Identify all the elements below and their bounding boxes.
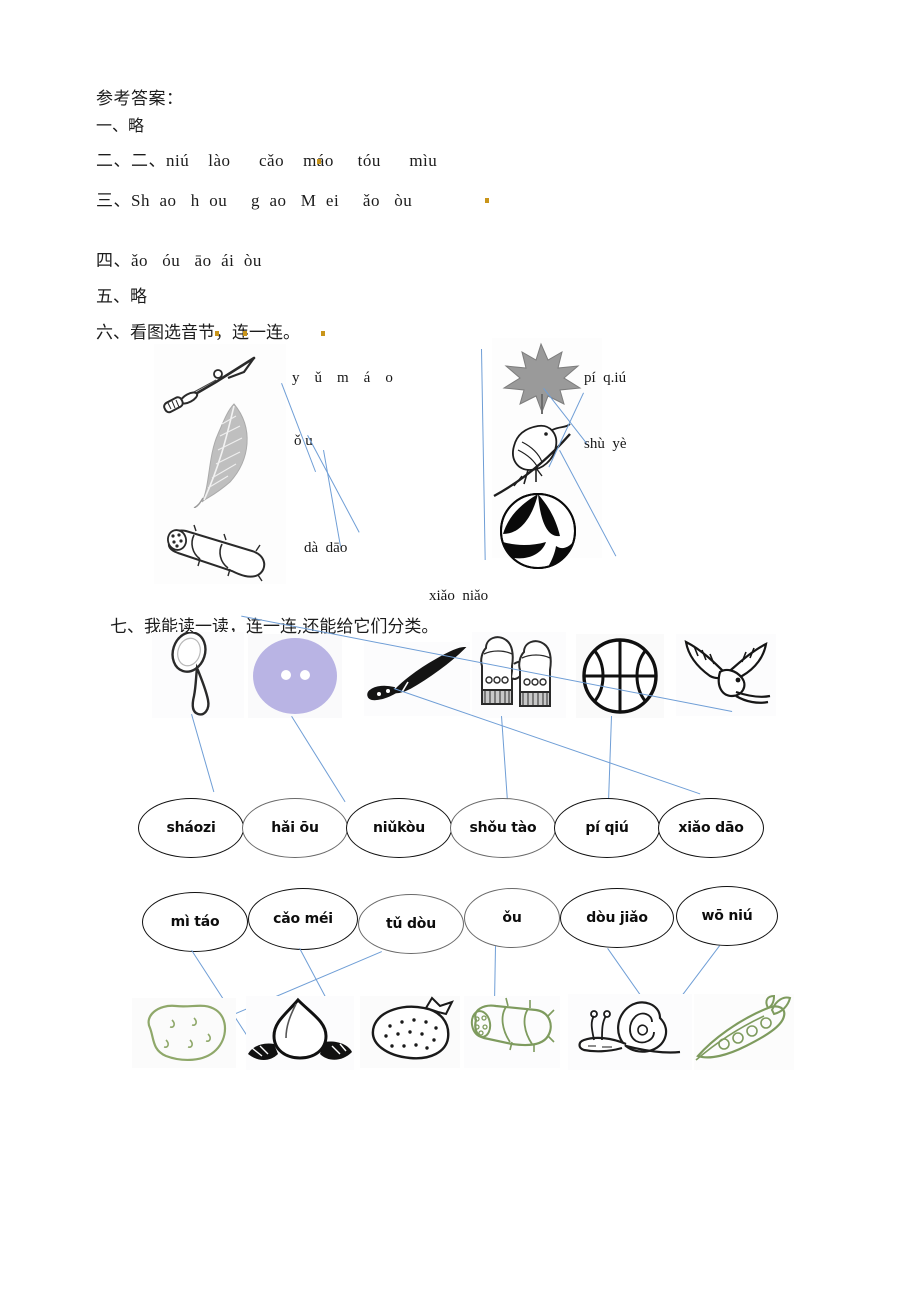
spoon-picture <box>152 632 244 718</box>
section-seven-matching-exercise: sháozi hǎi ōu niǔkòu shǒu tào pí qiú xiǎ… <box>96 615 806 1100</box>
match-line-piqiu-to-ball <box>481 349 486 560</box>
page-title: 参考答案： <box>96 89 184 109</box>
green-bean-picture <box>694 994 794 1070</box>
scan-artifact-speck <box>321 331 325 336</box>
match-line-mittens-to-shoutao <box>501 716 508 801</box>
lotus-root-picture <box>160 523 280 585</box>
match-line-dadao-to-sword <box>307 435 360 533</box>
button-picture <box>248 634 342 718</box>
oval-tudou[interactable]: tǔ dòu <box>358 894 464 954</box>
knife-picture <box>364 642 470 716</box>
match-line-spoon-to-shaozi <box>191 714 215 793</box>
match-line-ou-to-lotus <box>323 450 342 547</box>
syllable-shuye: shù yè <box>584 436 627 452</box>
oval-piqiu[interactable]: pí qiú <box>554 798 660 858</box>
bird-picture <box>492 412 592 502</box>
answer-key-page: 参考答案： 一、略 二、二、niú lào cǎo máo tóu mìu 三、… <box>0 0 920 1302</box>
match-line-feather-to-yumao <box>281 383 317 473</box>
oval-caomei[interactable]: cǎo méi <box>248 888 358 950</box>
oval-mitao[interactable]: mì táo <box>142 892 248 952</box>
syllable-dadao: dà dāo <box>304 540 348 556</box>
oval-haiou[interactable]: hǎi ōu <box>242 798 348 858</box>
oval-woniu[interactable]: wō niú <box>676 886 778 946</box>
syllable-piqiu: pí q.iú <box>584 370 627 386</box>
oval-ou[interactable]: ǒu <box>464 888 560 948</box>
oval-niukou[interactable]: niǔkòu <box>346 798 452 858</box>
answer-line-2: 二、二、niú lào cǎo máo tóu mìu <box>96 151 438 170</box>
syllable-xiaoniao: xiǎo niǎo <box>429 588 489 604</box>
potato-picture <box>132 998 236 1068</box>
oval-doujiao[interactable]: dòu jiǎo <box>560 888 674 948</box>
snail-picture <box>568 994 692 1070</box>
oval-xiaodao[interactable]: xiǎo dāo <box>658 798 764 858</box>
lotus-root-picture <box>464 996 560 1068</box>
syllable-yumao: y ǔ m á o <box>292 370 393 386</box>
answer-line-1: 一、略 <box>96 116 145 135</box>
match-line-button-to-niukou <box>291 716 346 803</box>
basketball-picture <box>576 634 664 718</box>
oval-shaozi[interactable]: sháozi <box>138 798 244 858</box>
answer-line-3: 三、Sh ao h ou g ao M ei ǎo òu <box>96 191 413 210</box>
peach-picture <box>246 996 354 1070</box>
scan-artifact-speck <box>215 331 219 336</box>
scan-artifact-speck <box>485 198 489 203</box>
oval-shoutao[interactable]: shǒu tào <box>450 798 556 858</box>
answer-line-5: 五、略 <box>96 287 147 307</box>
scan-artifact-speck <box>243 331 247 336</box>
feather-picture <box>188 398 268 508</box>
maple-leaf-picture <box>498 342 584 416</box>
match-line-basketball-to-piqiu <box>607 715 612 802</box>
scan-artifact-speck <box>317 159 321 164</box>
beach-ball-picture <box>498 490 578 572</box>
answer-line-4: 四、ǎo óu āo ái òu <box>96 251 262 270</box>
strawberry-picture <box>360 996 460 1068</box>
section-six-matching-exercise: y ǔ m á o ǒ u dà dāo pí q.iú shù yè xiǎo… <box>96 338 796 613</box>
